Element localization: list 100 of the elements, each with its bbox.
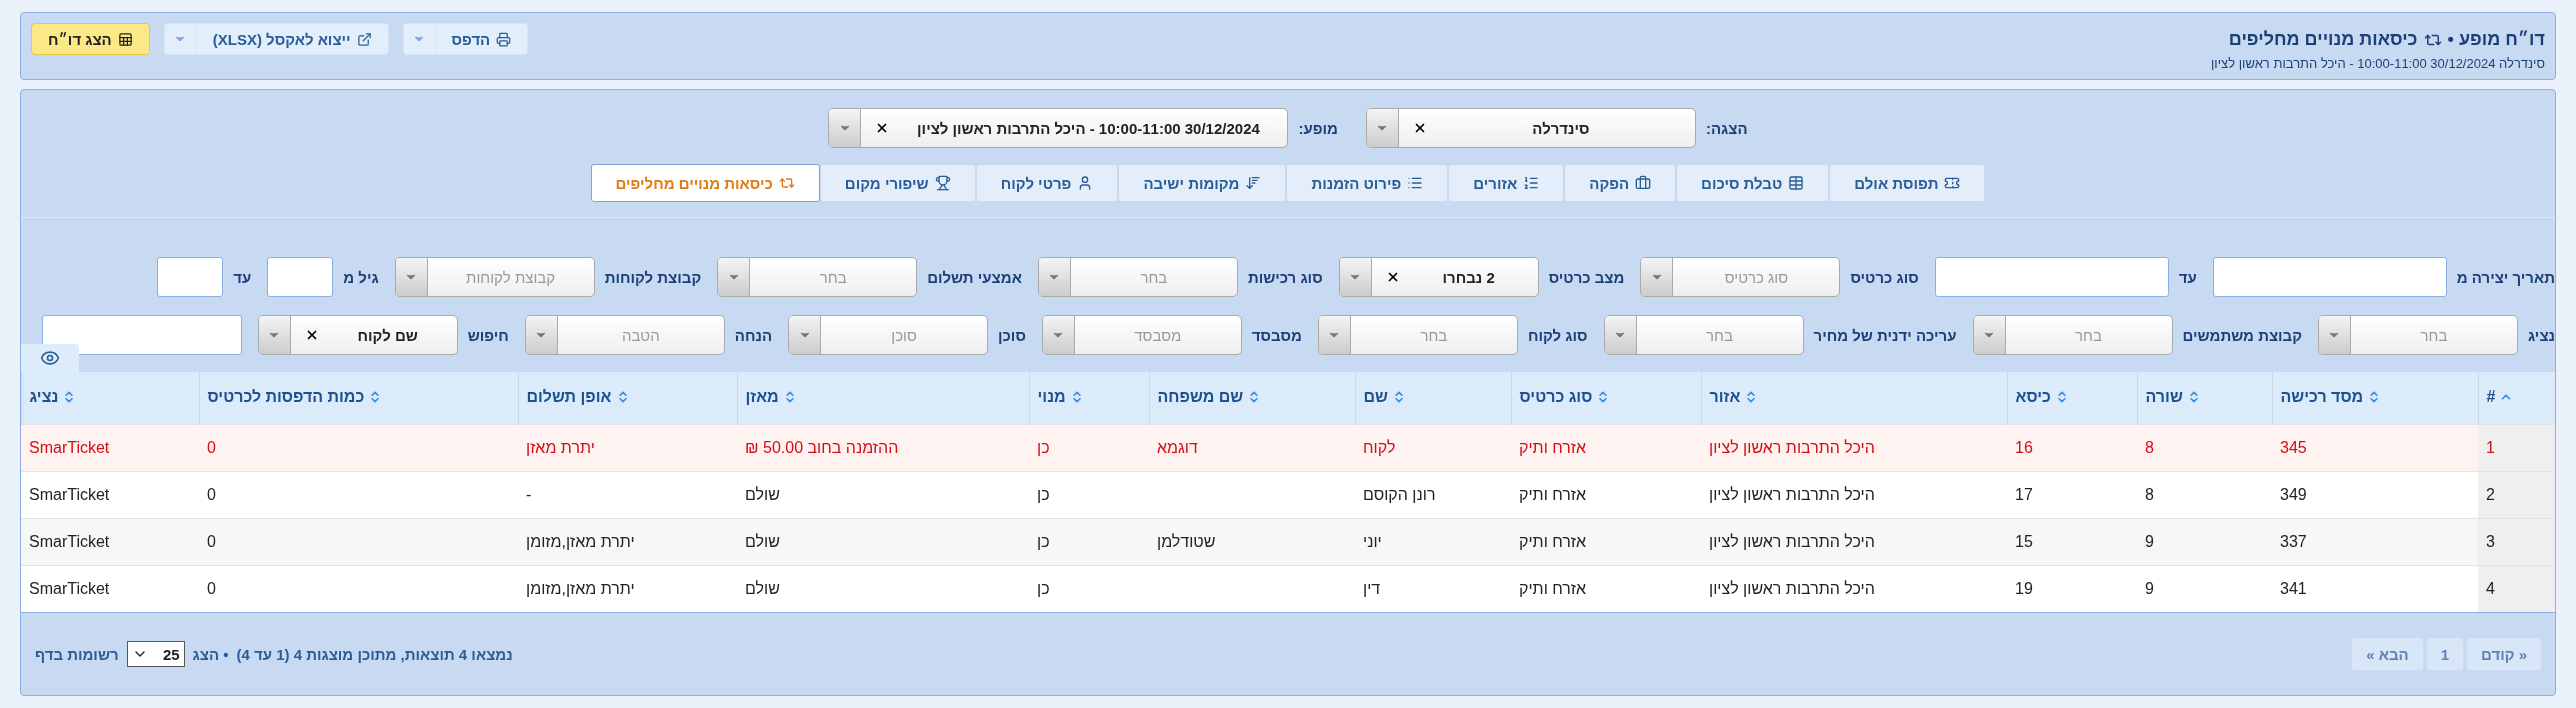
report-tab[interactable]: שיפורי מקום [819, 164, 976, 202]
table-cell: היכל התרבות ראשון לציון [1701, 424, 2007, 471]
table-cell: שולם [737, 518, 1029, 565]
column-header[interactable]: אופן תשלום [518, 372, 737, 424]
table-cell: היכל התרבות ראשון לציון [1701, 518, 2007, 565]
table-cell: כן [1029, 565, 1149, 612]
selector-label: הצגה: [1705, 119, 1748, 137]
table-cell: יתרת מאזן [518, 424, 737, 471]
table-cell: 15 [2007, 518, 2137, 565]
column-header[interactable]: # [2478, 372, 2555, 424]
table-cell: ההזמנה בחוב 50.00 ₪ [737, 424, 1029, 471]
filter-label: סוג לקוח [1527, 326, 1588, 344]
results-summary: נמצאו 4 תוצאות, מתוכן מוצגות 4 (1 עד 4) [236, 645, 513, 663]
selector-label: מופע: [1298, 119, 1338, 137]
filter-label: מצב כרטיס [1548, 268, 1625, 286]
table-cell: אזרח ותיק [1511, 471, 1701, 518]
filter-label: עד [2178, 268, 2197, 286]
table-cell: 19 [2007, 565, 2137, 612]
table-cell: היכל התרבות ראשון לציון [1701, 565, 2007, 612]
filter-label: קבוצת משתמשים [2182, 326, 2302, 344]
table-cell: יתרת מאזן,מזומן [518, 565, 737, 612]
table-cell: כן [1029, 424, 1149, 471]
table-cell: שולם [737, 565, 1029, 612]
report-tab[interactable]: תפוסת אולם [1829, 164, 1986, 202]
report-title: דו״ח מופע • [2447, 29, 2545, 50]
report-tab[interactable]: טבלת סיכום [1676, 164, 1830, 202]
column-header[interactable]: כמות הדפסות לכרטיס [199, 372, 518, 424]
table-cell: כן [1029, 518, 1149, 565]
table-cell: 4 [2478, 565, 2555, 612]
page-size-select[interactable]: 25 [126, 641, 185, 667]
table-cell: - [518, 471, 737, 518]
column-header[interactable]: שם [1355, 372, 1511, 424]
table-cell: כן [1029, 471, 1149, 518]
table-cell: 9 [2137, 518, 2272, 565]
table-cell: היכל התרבות ראשון לציון [1701, 471, 2007, 518]
filter-label: סוג רכישות [1247, 268, 1323, 286]
filter-label: אמצעי תשלום [927, 268, 1022, 286]
report-tab[interactable]: כיסאות מנויים מחליפים [590, 164, 820, 202]
select-field[interactable]: סינדרלה [1365, 108, 1696, 148]
table-cell: 9 [2137, 565, 2272, 612]
report-subtitle: סינדרלה 30/12/2024 10:00-11:00 - היכל התרבות ראשון לציון [2211, 56, 2545, 71]
toolbar-button[interactable]: הדפס [434, 23, 529, 55]
table-cell: יוני [1355, 518, 1511, 565]
filter-label: עריכה ידנית של מחיר [1813, 326, 1957, 344]
table-cell: אזרח ותיק [1511, 565, 1701, 612]
table-cell: דוגמא [1149, 424, 1355, 471]
column-header[interactable]: מסד רכישה [2272, 372, 2478, 424]
report-tab[interactable]: פירוט הזמנות [1286, 164, 1449, 202]
table-cell: לקוח [1355, 424, 1511, 471]
filter-label: מסבסד [1251, 326, 1302, 344]
table-cell: דין [1355, 565, 1511, 612]
column-header[interactable]: כיסא [2007, 372, 2137, 424]
column-header[interactable]: נציג [21, 372, 199, 424]
filter-label: סוג כרטיס [1850, 268, 1919, 286]
report-tab[interactable]: מקומות ישיבה [1118, 164, 1287, 202]
column-header[interactable]: סוג כרטיס [1511, 372, 1701, 424]
table-cell: אזרח ותיק [1511, 424, 1701, 471]
report-name: כיסאות מנויים מחליפים [2228, 29, 2418, 50]
table-cell: 8 [2137, 471, 2272, 518]
filter-label: חיפוש [467, 326, 509, 344]
table-cell: SmarTicket [21, 424, 199, 471]
table-cell: 16 [2007, 424, 2137, 471]
per-page-label: רשומות בדף [35, 645, 119, 663]
filter-label: תאריך יצירה מ [2456, 268, 2555, 286]
table-cell: 349 [2272, 471, 2478, 518]
filter-label: גיל מ [343, 268, 379, 286]
report-tab[interactable]: הפקה [1564, 164, 1677, 202]
select-field[interactable]: 2 נבחרו [1338, 257, 1539, 297]
column-header[interactable]: שורה [2137, 372, 2272, 424]
table-cell: רונן הקוסם [1355, 471, 1511, 518]
toolbar-button[interactable]: ייצוא לאקסל (XLSX) [195, 23, 389, 55]
report-tab[interactable]: פרטי לקוח [975, 164, 1119, 202]
table-cell: 17 [2007, 471, 2137, 518]
column-header[interactable]: מנוי [1029, 372, 1149, 424]
show-label: • הצג [192, 645, 229, 663]
table-cell: שולם [737, 471, 1029, 518]
table-cell: 0 [199, 471, 518, 518]
filter-label: קבוצת לקוחות [604, 268, 702, 286]
table-cell: אזרח ותיק [1511, 518, 1701, 565]
table-cell: 0 [199, 565, 518, 612]
filter-label: הנחה [734, 326, 773, 344]
table-cell: 0 [199, 518, 518, 565]
table-cell: 337 [2272, 518, 2478, 565]
select-field[interactable]: שם לקוח [257, 315, 458, 355]
filter-label: נציג [2528, 326, 2555, 344]
filter-label: עד [233, 268, 252, 286]
column-header[interactable]: שם משפחה [1149, 372, 1355, 424]
table-cell: SmarTicket [21, 471, 199, 518]
table-cell: 345 [2272, 424, 2478, 471]
table-cell: יתרת מאזן,מזומן [518, 518, 737, 565]
table-cell: 1 [2478, 424, 2555, 471]
column-header[interactable]: מאזן [737, 372, 1029, 424]
select-field[interactable]: 30/12/2024 10:00-11:00 - היכל התרבות ראשון לציון [828, 108, 1289, 148]
filter-label: סוכן [998, 326, 1026, 344]
show-report-button[interactable]: הצג דו״ח [31, 23, 150, 55]
table-cell: 2 [2478, 471, 2555, 518]
table-cell: 3 [2478, 518, 2555, 565]
column-header[interactable]: אזור [1701, 372, 2007, 424]
table-cell: שטודלמן [1149, 518, 1355, 565]
report-tab[interactable]: אזורים [1448, 164, 1565, 202]
